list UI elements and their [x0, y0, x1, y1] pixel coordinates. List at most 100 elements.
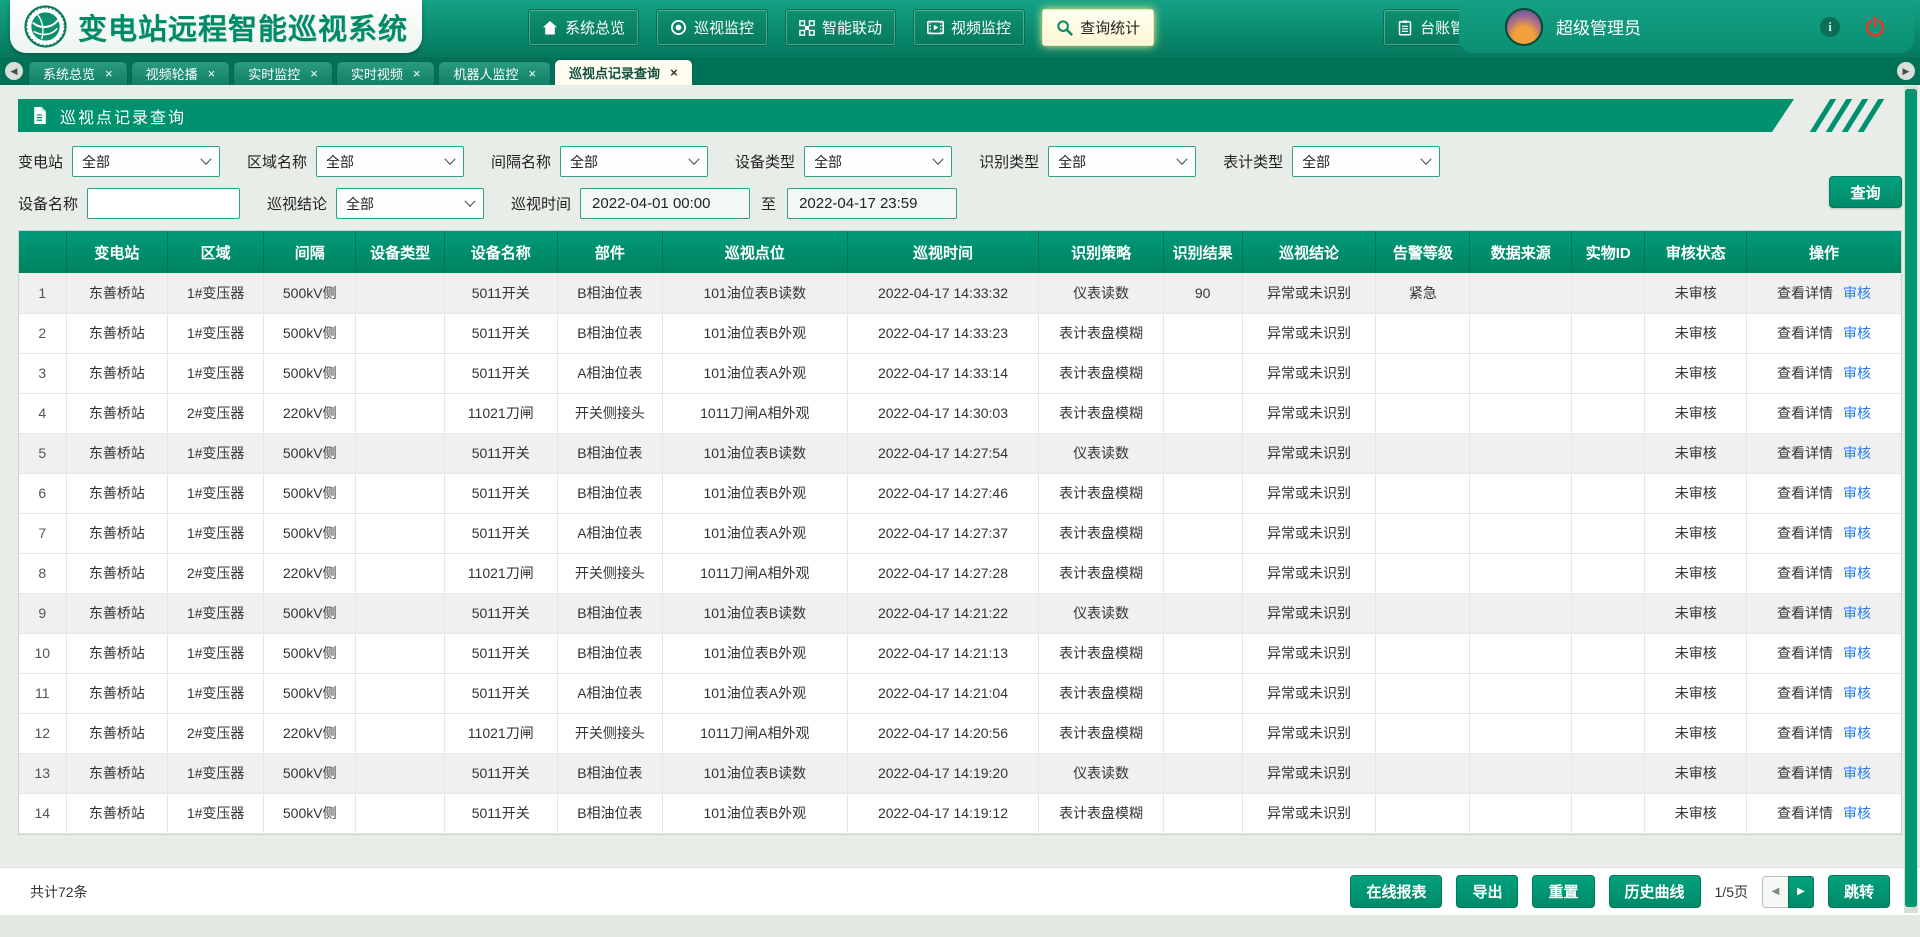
conclusion-select[interactable]: 全部	[336, 188, 484, 219]
tab-robot-monitor[interactable]: 机器人监控×	[438, 61, 551, 85]
vertical-scrollbar[interactable]	[1904, 86, 1918, 913]
table-row: 1东善桥站1#变压器500kV侧5011开关B相油位表101油位表B读数2022…	[19, 273, 1901, 313]
audit-link[interactable]: 审核	[1843, 685, 1871, 701]
audit-link[interactable]: 审核	[1843, 725, 1871, 741]
view-detail-link[interactable]: 查看详情	[1777, 645, 1833, 661]
region-name-select[interactable]: 全部	[316, 146, 464, 177]
table-cell: 101油位表B外观	[663, 793, 847, 833]
table-cell	[1572, 513, 1645, 553]
device-type-select[interactable]: 全部	[804, 146, 952, 177]
table-cell: 2#变压器	[168, 393, 264, 433]
history-curve-button[interactable]: 历史曲线	[1609, 875, 1701, 908]
actions-cell: 查看详情审核	[1747, 313, 1901, 353]
audit-link[interactable]: 审核	[1843, 485, 1871, 501]
column-header: 数据来源	[1470, 231, 1572, 273]
audit-link[interactable]: 审核	[1843, 605, 1871, 621]
tab-label: 实时视频	[351, 64, 403, 83]
tab-realtime-video[interactable]: 实时视频 ×	[336, 61, 436, 85]
table-cell: A相油位表	[557, 353, 662, 393]
view-detail-link[interactable]: 查看详情	[1777, 285, 1833, 301]
view-detail-link[interactable]: 查看详情	[1777, 685, 1833, 701]
tab-close-icon[interactable]: ×	[413, 67, 421, 80]
export-button[interactable]: 导出	[1456, 875, 1518, 908]
table-cell: 东善桥站	[66, 793, 168, 833]
view-detail-link[interactable]: 查看详情	[1777, 605, 1833, 621]
table-row: 10东善桥站1#变压器500kV侧5011开关B相油位表101油位表B外观202…	[19, 633, 1901, 673]
recognition-type-select[interactable]: 全部	[1048, 146, 1196, 177]
audit-link[interactable]: 审核	[1843, 805, 1871, 821]
table-cell: 9	[19, 593, 66, 633]
view-detail-link[interactable]: 查看详情	[1777, 765, 1833, 781]
audit-link[interactable]: 审核	[1843, 765, 1871, 781]
table-header-row: 变电站区域间隔设备类型设备名称部件巡视点位巡视时间识别策略识别结果巡视结论告警等…	[19, 231, 1901, 273]
view-detail-link[interactable]: 查看详情	[1777, 405, 1833, 421]
table-cell: B相油位表	[557, 473, 662, 513]
tab-close-icon[interactable]: ×	[105, 67, 113, 80]
view-detail-link[interactable]: 查看详情	[1777, 485, 1833, 501]
nav-label: 查询统计	[1080, 17, 1140, 38]
table-cell: 未审核	[1645, 673, 1747, 713]
next-page-button[interactable]: ▶	[1788, 876, 1814, 908]
select-value: 全部	[82, 152, 110, 172]
table-cell: 仪表读数	[1039, 273, 1163, 313]
view-detail-link[interactable]: 查看详情	[1777, 325, 1833, 341]
logo-card: 变电站远程智能巡视系统	[10, 0, 422, 53]
search-button[interactable]: 查询	[1829, 176, 1902, 208]
audit-link[interactable]: 审核	[1843, 525, 1871, 541]
audit-link[interactable]: 审核	[1843, 365, 1871, 381]
nav-video-monitor[interactable]: 视频监控	[913, 9, 1025, 46]
table-cell	[1163, 553, 1242, 593]
tab-system-overview[interactable]: 系统总览×	[28, 61, 128, 85]
tab-label: 巡视点记录查询	[569, 63, 660, 82]
time-to-input[interactable]	[787, 188, 957, 219]
nav-system-overview[interactable]: 系统总览	[528, 9, 639, 46]
logout-power-icon[interactable]	[1864, 16, 1886, 38]
table-cell: 2022-04-17 14:27:28	[847, 553, 1039, 593]
tab-scroll-right-icon[interactable]: ▶	[1897, 62, 1915, 80]
online-report-button[interactable]: 在线报表	[1350, 875, 1442, 908]
table-cell: 2#变压器	[168, 713, 264, 753]
view-detail-link[interactable]: 查看详情	[1777, 445, 1833, 461]
reset-button[interactable]: 重置	[1532, 875, 1594, 908]
tab-inspection-record-query[interactable]: 巡视点记录查询 ×	[554, 59, 693, 85]
station-select[interactable]: 全部	[72, 146, 220, 177]
nav-query-statistics[interactable]: 查询统计	[1042, 9, 1154, 46]
jump-button[interactable]: 跳转	[1828, 875, 1890, 908]
table-cell: 未审核	[1645, 273, 1747, 313]
table-cell: 未审核	[1645, 313, 1747, 353]
time-from-input[interactable]	[580, 188, 750, 219]
view-detail-link[interactable]: 查看详情	[1777, 525, 1833, 541]
bay-name-select[interactable]: 全部	[560, 146, 708, 177]
info-icon[interactable]: i	[1820, 17, 1840, 37]
table-cell	[1376, 513, 1470, 553]
table-cell: 7	[19, 513, 66, 553]
tab-close-icon[interactable]: ×	[310, 67, 318, 80]
tab-close-icon[interactable]: ×	[528, 67, 536, 80]
audit-link[interactable]: 审核	[1843, 645, 1871, 661]
view-detail-link[interactable]: 查看详情	[1777, 725, 1833, 741]
audit-link[interactable]: 审核	[1843, 325, 1871, 341]
tab-video-carousel[interactable]: 视频轮播×	[131, 61, 231, 85]
table-cell: 未审核	[1645, 433, 1747, 473]
tab-close-icon[interactable]: ×	[670, 66, 678, 79]
meter-type-select[interactable]: 全部	[1292, 146, 1440, 177]
audit-link[interactable]: 审核	[1843, 405, 1871, 421]
scrollbar-thumb[interactable]	[1905, 89, 1917, 907]
nav-smart-linkage[interactable]: 智能联动	[785, 9, 896, 46]
table-cell: 500kV侧	[264, 513, 356, 553]
device-name-input[interactable]	[87, 188, 240, 219]
table-cell: 1#变压器	[168, 313, 264, 353]
prev-page-button[interactable]: ◀	[1762, 876, 1788, 908]
audit-link[interactable]: 审核	[1843, 565, 1871, 581]
audit-link[interactable]: 审核	[1843, 285, 1871, 301]
table-cell	[1376, 593, 1470, 633]
tab-close-icon[interactable]: ×	[208, 67, 216, 80]
view-detail-link[interactable]: 查看详情	[1777, 805, 1833, 821]
audit-link[interactable]: 审核	[1843, 445, 1871, 461]
view-detail-link[interactable]: 查看详情	[1777, 365, 1833, 381]
nav-inspection-monitor[interactable]: 巡视监控	[656, 9, 768, 46]
view-detail-link[interactable]: 查看详情	[1777, 565, 1833, 581]
tab-scroll-left-icon[interactable]: ◀	[5, 62, 23, 80]
tab-realtime-monitor[interactable]: 实时监控×	[233, 61, 333, 85]
table-cell	[1376, 393, 1470, 433]
